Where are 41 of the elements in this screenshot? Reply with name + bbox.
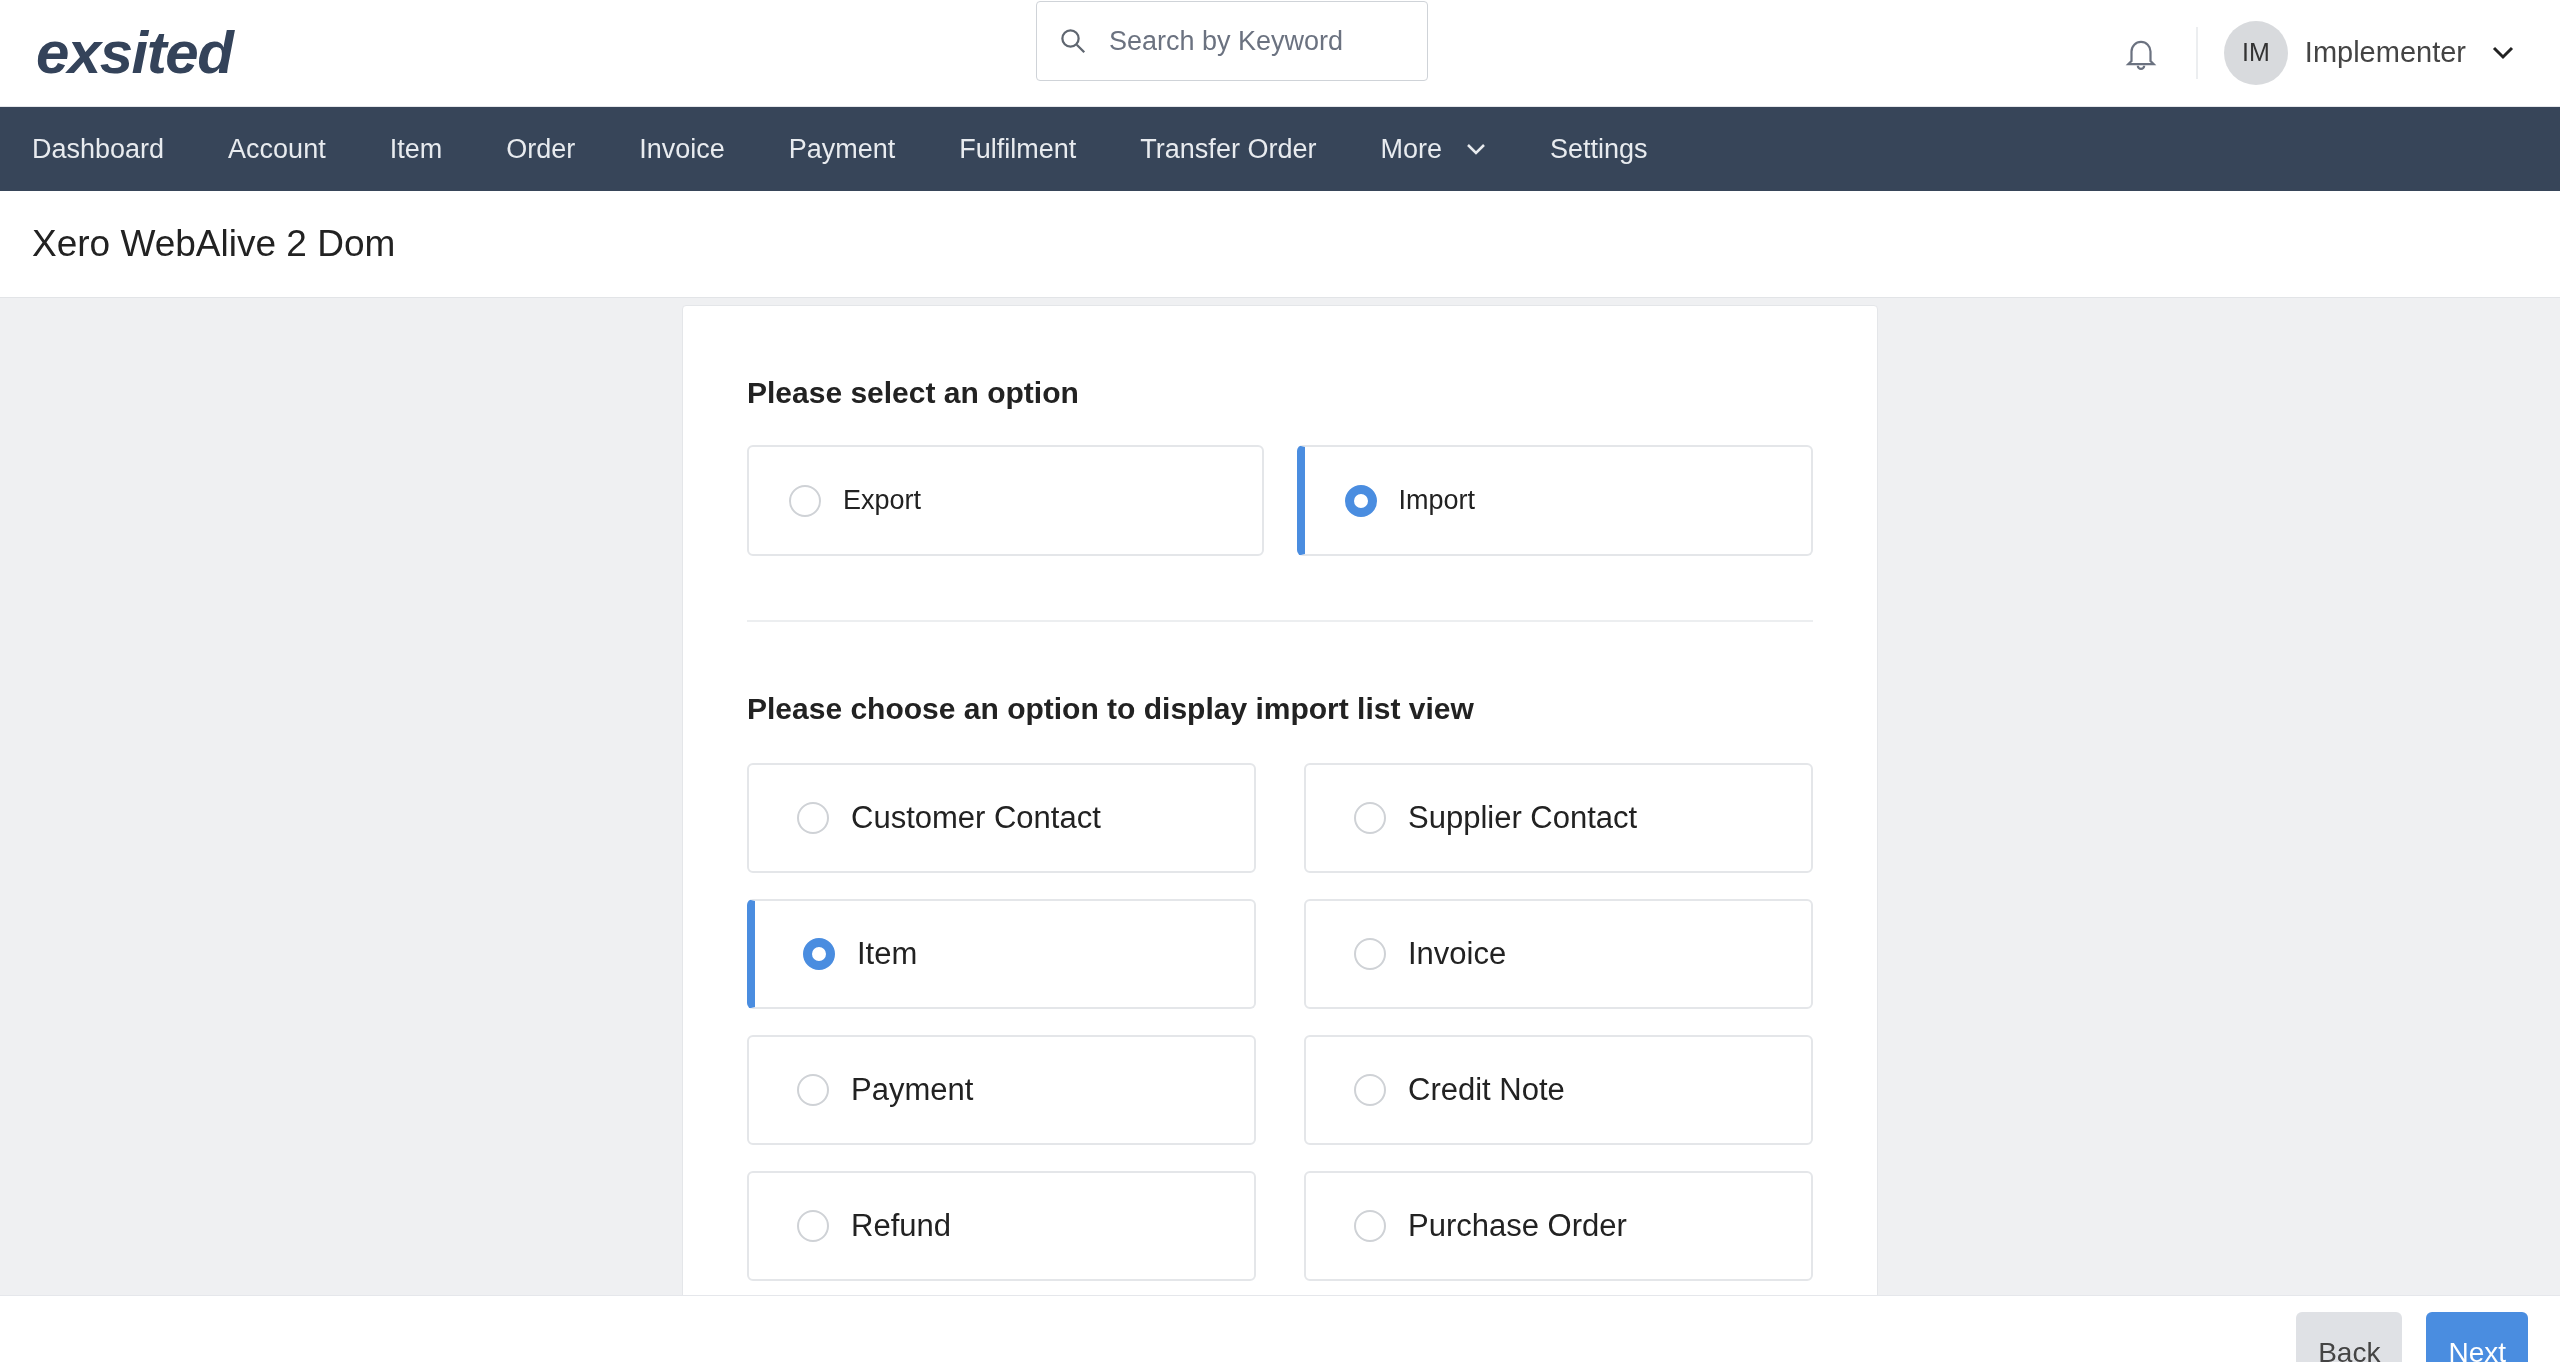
search-icon — [1058, 26, 1088, 56]
nav-link[interactable]: Account — [228, 128, 326, 170]
radio-icon — [1354, 1210, 1386, 1242]
nav-link[interactable]: Item — [389, 128, 443, 170]
nav-link[interactable]: Transfer Order — [1140, 128, 1317, 170]
nav-link[interactable]: Order — [506, 128, 576, 170]
back-button[interactable]: Back — [2296, 1312, 2403, 1362]
user-avatar[interactable]: IM — [2223, 21, 2288, 85]
radio-option[interactable]: Credit Note — [1304, 1035, 1813, 1145]
radio-option[interactable]: Import — [1296, 445, 1813, 556]
radio-option[interactable]: Customer Contact — [747, 763, 1256, 873]
radio-icon — [797, 802, 829, 834]
nav-link[interactable]: Invoice — [639, 128, 725, 170]
radio-option[interactable]: Refund — [747, 1171, 1256, 1281]
radio-icon — [1354, 802, 1386, 834]
radio-option[interactable]: Purchase Order — [1304, 1171, 1813, 1281]
radio-icon — [797, 1210, 829, 1242]
chevron-down-icon — [1465, 143, 1486, 155]
radio-option[interactable]: Payment — [747, 1035, 1256, 1145]
section-heading: Please choose an option to display import list view — [747, 691, 1475, 727]
radio-icon — [797, 1074, 829, 1106]
radio-icon — [789, 484, 821, 517]
radio-option[interactable]: Supplier Contact — [1304, 763, 1813, 873]
radio-icon — [1354, 938, 1386, 970]
radio-icon — [1354, 1074, 1386, 1106]
user-name[interactable]: Implementer — [2304, 31, 2466, 75]
nav-link[interactable]: Payment — [788, 128, 896, 170]
radio-option[interactable]: Invoice — [1304, 899, 1813, 1009]
nav-link[interactable]: Dashboard — [32, 128, 165, 170]
radio-icon — [803, 938, 835, 970]
nav-link[interactable]: Fulfilment — [959, 128, 1077, 170]
search-field[interactable]: Search by Keyword — [1036, 1, 1428, 81]
radio-icon — [1344, 484, 1377, 517]
nav-link[interactable]: Settings — [1549, 128, 1648, 170]
nav-link[interactable]: More — [1380, 128, 1486, 170]
chevron-down-icon[interactable] — [2492, 46, 2514, 60]
radio-option[interactable]: Export — [747, 445, 1264, 556]
page-title: Xero WebAlive 2 Dom — [32, 222, 396, 267]
radio-option[interactable]: Item — [747, 899, 1256, 1009]
section-heading: Please select an option — [747, 375, 1080, 411]
logo[interactable]: exsited — [36, 23, 1036, 83]
